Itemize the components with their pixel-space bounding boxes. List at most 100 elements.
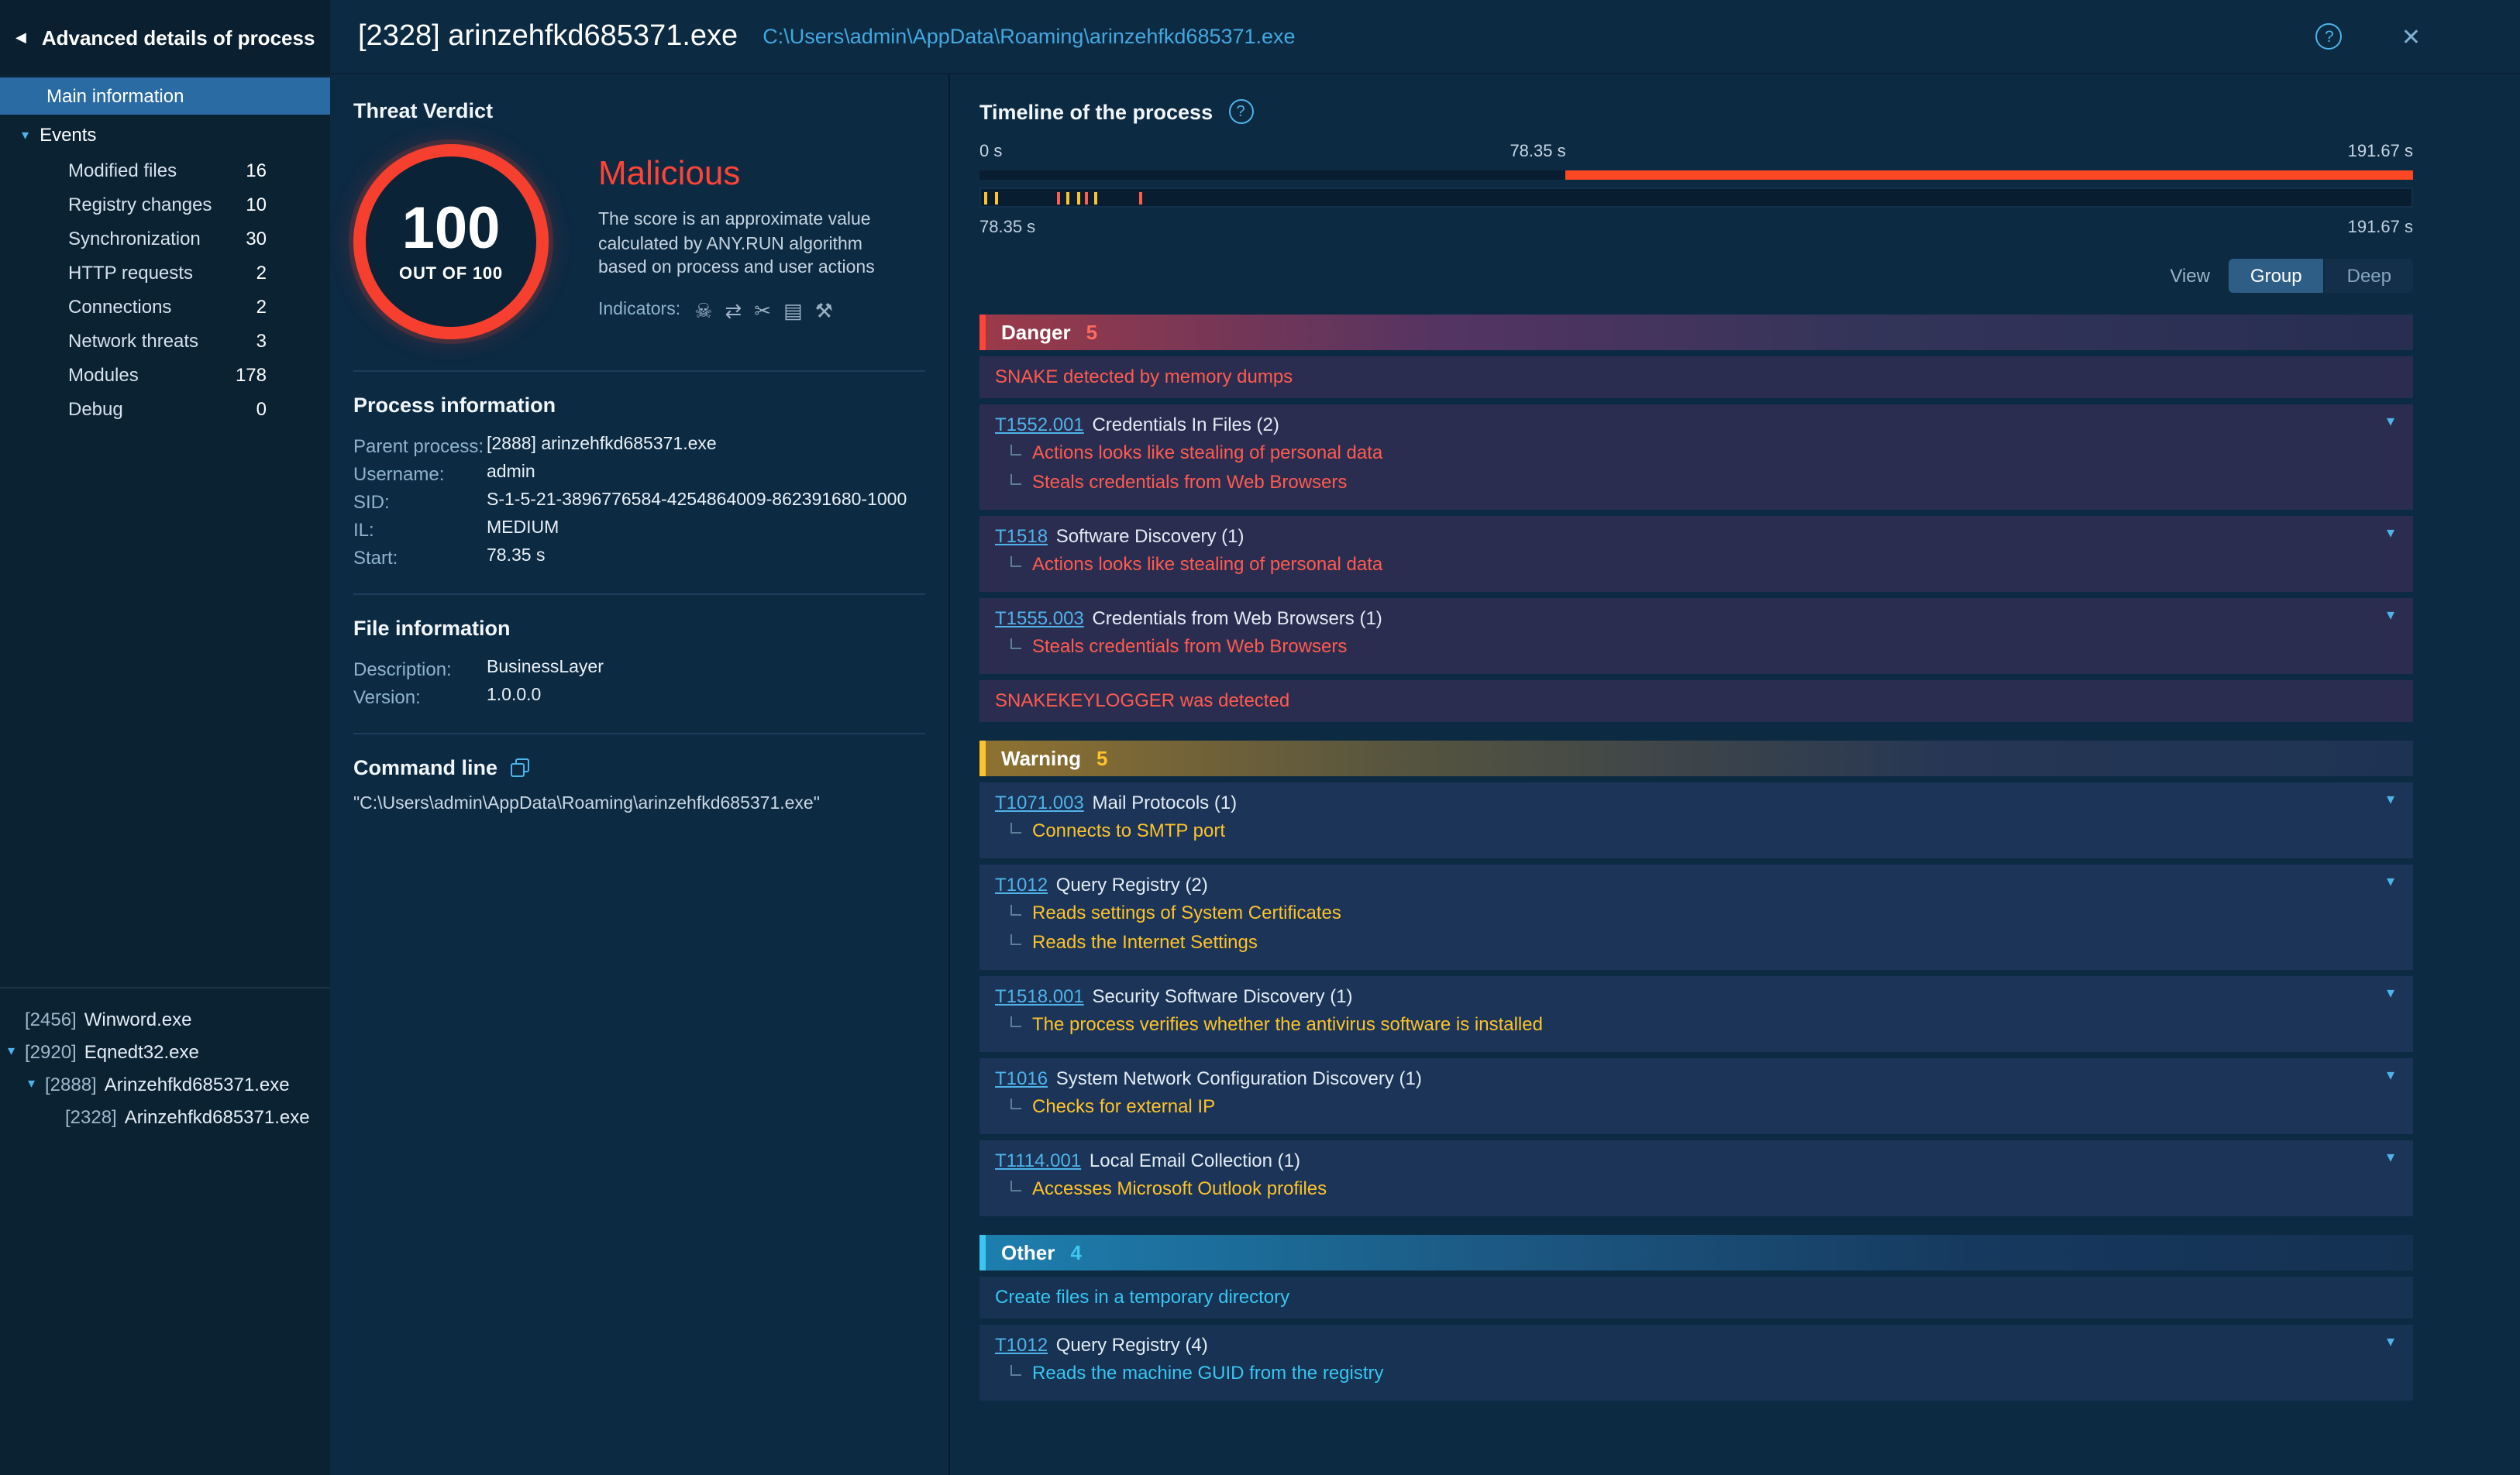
signature-row[interactable]: SNAKE detected by memory dumps [979, 356, 2413, 398]
sidebar-item-connections[interactable]: Connections 2 [0, 290, 330, 324]
view-group-button[interactable]: Group [2228, 259, 2324, 293]
technique-title-row[interactable]: T1552.001 Credentials In Files (2) ▾ [995, 412, 2398, 438]
process-tree-item[interactable]: ▾ [2920] Eqnedt32.exe [0, 1035, 330, 1068]
card-icon[interactable]: ▤ [783, 300, 803, 320]
process-pid: [2328] [65, 1105, 117, 1127]
other-section-header[interactable]: Other 4 [979, 1235, 2413, 1270]
signature-text: Accesses Microsoft Outlook profiles [1032, 1178, 1327, 1199]
info-value: S-1-5-21-3896776584-4254864009-862391680… [487, 491, 907, 510]
sidebar-item-modules[interactable]: Modules 178 [0, 358, 330, 392]
timeline-lifetime-strip[interactable] [979, 170, 2413, 180]
technique-name: System Network Configuration Discovery (… [1051, 1068, 1422, 1089]
chevron-down-icon[interactable]: ▾ [2387, 414, 2394, 431]
sidebar-item-http-requests[interactable]: HTTP requests 2 [0, 256, 330, 290]
technique-title-row[interactable]: T1518 Software Discovery (1) ▾ [995, 524, 2398, 550]
caret-down-icon[interactable]: ▾ [28, 1076, 43, 1091]
technique-card: T1071.003 Mail Protocols (1) ▾ Connects to… [979, 782, 2413, 858]
command-line-title: Command line [353, 756, 498, 779]
indicator-icons: ☠ ⇄ ✂ ▤ ⚒ [694, 300, 833, 320]
caret-down-icon[interactable]: ▾ [8, 1044, 23, 1058]
signature-sub-row[interactable]: The process verifies whether the antivir… [995, 1010, 2398, 1040]
sidebar-item-synchronization[interactable]: Synchronization 30 [0, 222, 330, 256]
technique-link[interactable]: T1555.003 [995, 607, 1084, 629]
copy-icon[interactable] [510, 758, 530, 778]
technique-link[interactable]: T1518 [995, 525, 1048, 547]
technique-link[interactable]: T1012 [995, 1334, 1048, 1356]
warning-section-header[interactable]: Warning 5 [979, 741, 2413, 776]
sidebar-item-registry-changes[interactable]: Registry changes 10 [0, 187, 330, 222]
signature-text: Steals credentials from Web Browsers [1032, 635, 1348, 657]
technique-link[interactable]: T1016 [995, 1068, 1048, 1089]
timeline-lifetime-bar [1565, 170, 2413, 180]
tools-icon[interactable]: ⚒ [815, 300, 833, 320]
chevron-down-icon[interactable]: ▾ [2387, 526, 2394, 542]
skull-icon[interactable]: ☠ [694, 300, 712, 320]
info-row: IL: MEDIUM [353, 519, 925, 541]
close-icon[interactable]: ✕ [2401, 22, 2421, 50]
signature-sub-row[interactable]: Connects to SMTP port [995, 817, 2398, 846]
sidebar-item-modified-files[interactable]: Modified files 16 [0, 153, 330, 187]
signature-sub-row[interactable]: Checks for external IP [995, 1092, 2398, 1122]
chevron-down-icon[interactable]: ▾ [2387, 608, 2394, 624]
help-icon[interactable]: ? [2315, 23, 2343, 50]
technique-card: T1012 Query Registry (2) ▾ Reads settings … [979, 865, 2413, 970]
chevron-down-icon[interactable]: ▾ [2387, 1068, 2394, 1085]
timeline-help-icon[interactable]: ? [1228, 99, 1254, 124]
sidebar: ◀ Advanced details of process Main infor… [0, 0, 330, 1475]
info-label: Parent process: [353, 435, 484, 457]
view-deep-button[interactable]: Deep [2325, 259, 2413, 293]
back-arrow-icon[interactable]: ◀ [15, 29, 26, 44]
chevron-down-icon[interactable]: ▾ [2387, 875, 2394, 891]
danger-section-header[interactable]: Danger 5 [979, 315, 2413, 350]
chevron-down-icon[interactable]: ▾ [2387, 986, 2394, 1002]
sidebar-item-main-information[interactable]: Main information [0, 77, 330, 115]
technique-title-row[interactable]: T1012 Query Registry (2) ▾ [995, 872, 2398, 899]
signature-row[interactable]: Create files in a temporary directory [979, 1277, 2413, 1319]
technique-title-row[interactable]: T1555.003 Credentials from Web Browsers … [995, 606, 2398, 632]
timeline-tick-strip[interactable] [979, 187, 2413, 208]
technique-title-row[interactable]: T1518.001 Security Software Discovery (1… [995, 984, 2398, 1010]
signature-sub-row[interactable]: Steals credentials from Web Browsers [995, 632, 2398, 662]
signature-sub-row[interactable]: Reads the machine GUID from the registry [995, 1359, 2398, 1388]
sidebar-item-debug[interactable]: Debug 0 [0, 392, 330, 426]
technique-link[interactable]: T1518.001 [995, 985, 1084, 1007]
info-label: Username: [353, 463, 445, 485]
technique-card: T1518.001 Security Software Discovery (1… [979, 976, 2413, 1052]
process-tree-item[interactable]: ▾ [2888] Arinzehfkd685371.exe [0, 1068, 330, 1100]
technique-link[interactable]: T1114.001 [995, 1150, 1081, 1171]
timeline-event-tick [1066, 192, 1070, 205]
scissors-icon[interactable]: ✂ [754, 300, 771, 320]
event-count-badge: 30 [246, 228, 267, 249]
process-name: Arinzehfkd685371.exe [124, 1105, 310, 1127]
process-tree-item[interactable]: ▾[2328]Arinzehfkd685371.exe [0, 1100, 330, 1133]
signature-sub-row[interactable]: Actions looks like stealing of personal … [995, 438, 2398, 468]
technique-title-row[interactable]: T1016 System Network Configuration Disco… [995, 1066, 2398, 1092]
chevron-down-icon[interactable]: ▾ [2387, 793, 2394, 809]
section-accent-bar [979, 315, 986, 350]
signature-row[interactable]: SNAKEKEYLOGGER was detected [979, 680, 2413, 722]
technique-title-row[interactable]: T1071.003 Mail Protocols (1) ▾ [995, 790, 2398, 817]
process-path-link[interactable]: C:\Users\admin\AppData\Roaming\arinzehfk… [763, 25, 1295, 48]
technique-link[interactable]: T1552.001 [995, 414, 1084, 435]
sidebar-back-header[interactable]: ◀ Advanced details of process [0, 0, 330, 74]
sidebar-group-events[interactable]: ▾ Events [0, 115, 330, 153]
sidebar-item-network-threats[interactable]: Network threats 3 [0, 324, 330, 358]
chevron-down-icon[interactable]: ▾ [2387, 1335, 2394, 1351]
technique-link[interactable]: T1012 [995, 874, 1048, 896]
technique-link[interactable]: T1071.003 [995, 792, 1084, 813]
signature-sub-row[interactable]: Steals credentials from Web Browsers [995, 468, 2398, 497]
process-tree-item[interactable]: ▾[2456]Winword.exe [0, 1002, 330, 1035]
signature-sub-row[interactable]: Actions looks like stealing of personal … [995, 550, 2398, 579]
section-accent-bar [979, 741, 986, 776]
signature-sub-row[interactable]: Reads the Internet Settings [995, 928, 2398, 958]
section-count: 5 [1086, 321, 1098, 344]
event-count-badge: 2 [256, 296, 267, 318]
tree-elbow-icon [1010, 1098, 1021, 1109]
signature-sub-row[interactable]: Accesses Microsoft Outlook profiles [995, 1174, 2398, 1204]
technique-title-row[interactable]: T1012 Query Registry (4) ▾ [995, 1332, 2398, 1359]
technique-title-row[interactable]: T1114.001 Local Email Collection (1) ▾ [995, 1148, 2398, 1174]
info-value: admin [487, 463, 535, 482]
swap-arrows-icon[interactable]: ⇄ [725, 300, 742, 320]
signature-sub-row[interactable]: Reads settings of System Certificates [995, 899, 2398, 928]
chevron-down-icon[interactable]: ▾ [2387, 1150, 2394, 1167]
